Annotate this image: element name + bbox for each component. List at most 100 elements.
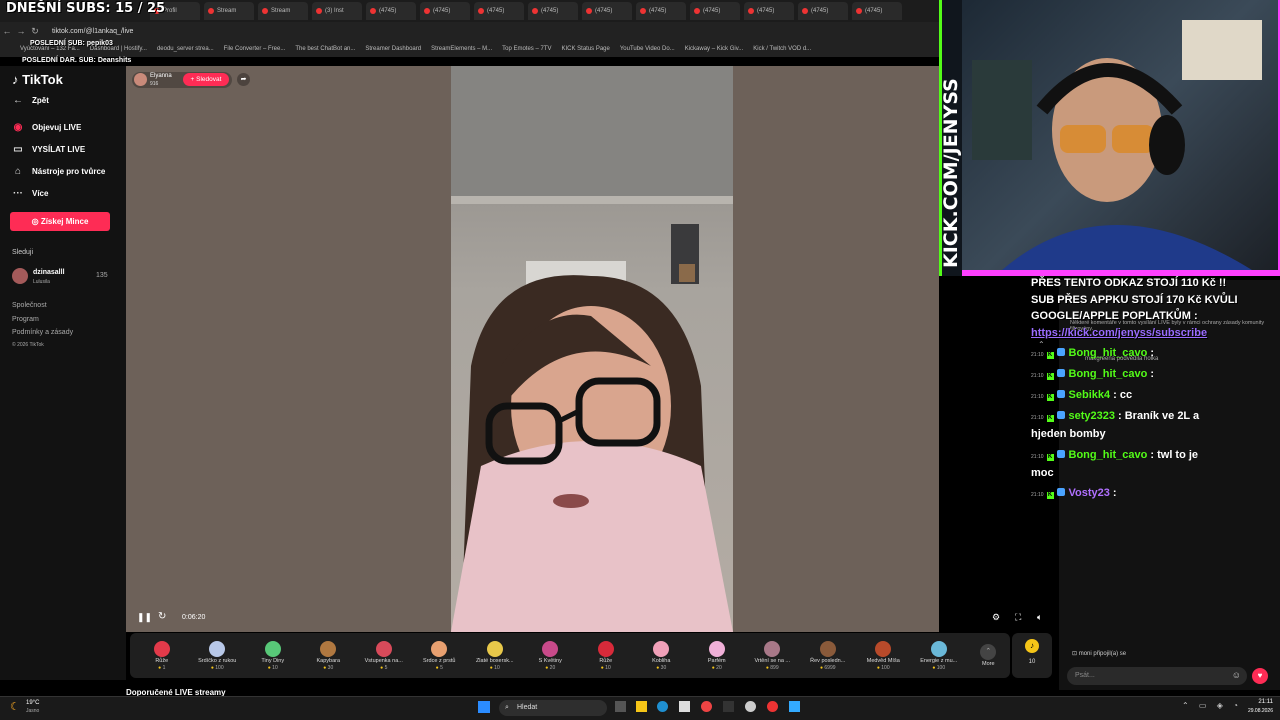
back-icon[interactable]: ← — [0, 26, 14, 36]
browser-tab[interactable]: (4745) — [582, 2, 632, 20]
store-icon[interactable] — [679, 701, 690, 712]
host-avatar[interactable] — [134, 73, 147, 86]
bookmark-item[interactable]: Top Emotes – 7TV — [502, 46, 551, 52]
gift-price-value: 20 — [549, 664, 556, 671]
nav-go-live[interactable]: ▭ VYSÍLAT LIVE — [12, 144, 85, 155]
heart-icon[interactable]: ♥ — [1252, 668, 1268, 684]
settings-icon[interactable]: ⚙ — [992, 612, 1000, 623]
gift-item[interactable]: Srdce z prstů ● 5 — [412, 640, 468, 671]
footer-company[interactable]: Společnost — [12, 302, 47, 309]
browser-tab[interactable]: Stream — [258, 2, 308, 20]
coin-balance[interactable]: ♪ 10 — [1012, 633, 1052, 678]
chrome-alt-icon[interactable] — [767, 701, 778, 712]
bookmark-item[interactable]: Kickaway – Kick Giv... — [685, 46, 744, 52]
gift-item[interactable]: Vstupenka na... ● 5 — [356, 640, 412, 671]
kick-badge-icon: K — [1046, 352, 1054, 359]
gift-icon — [431, 640, 448, 657]
chat-username[interactable]: Bong_hit_cavo — [1069, 368, 1148, 380]
back-link[interactable]: ← Zpět — [12, 95, 49, 106]
live-video[interactable] — [451, 66, 733, 632]
gift-item[interactable]: Parfém ● 20 — [689, 640, 745, 671]
gift-item[interactable]: Růže ● 1 — [134, 640, 190, 671]
file-explorer-icon[interactable] — [636, 701, 647, 712]
footer-program[interactable]: Program — [12, 316, 39, 323]
gift-item[interactable]: Kobliha ● 30 — [634, 640, 690, 671]
bookmark-item[interactable]: Kick / Twitch VOD d... — [753, 46, 811, 52]
nav-explore-live[interactable]: ◉ Objevuj LIVE — [12, 122, 82, 133]
nav-more[interactable]: ··· Více — [12, 188, 48, 199]
sub-badge-icon — [1056, 488, 1065, 496]
browser-tab[interactable]: (4745) — [852, 2, 902, 20]
chat-username[interactable]: Bong_hit_cavo — [1069, 449, 1148, 461]
forward-icon[interactable]: → — [14, 26, 28, 36]
bookmark-item[interactable]: The best ChatBot an... — [295, 46, 355, 52]
host-name[interactable]: Elyanna — [150, 73, 172, 79]
gift-price-value: 5 — [384, 664, 388, 671]
gift-bar: Růže ● 1 Srdíčko z rukou ● 100 Tiny Diny ● 10… — [130, 633, 1010, 678]
url-field[interactable]: tiktok.com/@l1ankaq_/live — [52, 28, 133, 35]
browser-tab[interactable]: (3) Inst — [312, 2, 362, 20]
search-icon: ⌕ — [505, 704, 509, 711]
emoji-icon[interactable]: ☺ — [1232, 670, 1241, 680]
bookmark-item[interactable]: KICK Status Page — [561, 46, 609, 52]
footer-terms[interactable]: Podmínky a zásady — [12, 329, 73, 336]
following-username[interactable]: dzinasalll — [33, 269, 65, 276]
gift-item[interactable]: S Květiny ● 20 — [523, 640, 579, 671]
app-icon[interactable] — [723, 701, 734, 712]
chrome-icon[interactable] — [701, 701, 712, 712]
bookmark-item[interactable]: Streamer Dashboard — [365, 46, 421, 52]
pause-icon[interactable]: ❚❚ — [137, 612, 152, 623]
share-icon[interactable]: ➦ — [237, 73, 250, 86]
chat-username[interactable]: Sebikk4 — [1069, 389, 1111, 401]
nav-creator-tools[interactable]: ⌂ Nástroje pro tvůrce — [12, 166, 105, 177]
volume-icon[interactable]: 🔈︎ — [1037, 612, 1042, 623]
chat-input[interactable]: Psát... ☺ — [1067, 667, 1247, 685]
gift-item[interactable]: Medvěd Míša ● 100 — [856, 640, 912, 671]
taskbar-search[interactable]: ⌕ Hledat — [499, 700, 607, 716]
browser-tab[interactable]: (4745) — [690, 2, 740, 20]
refresh-icon[interactable]: ↻ — [158, 611, 166, 622]
browser-tab[interactable]: Stream — [204, 2, 254, 20]
bookmark-item[interactable]: StreamElements – M... — [431, 46, 492, 52]
reload-icon[interactable]: ↻ — [28, 26, 42, 37]
bookmark-item[interactable]: YouTube Video Do... — [620, 46, 675, 52]
gift-item[interactable]: Zlaté boxersk... ● 10 — [467, 640, 523, 671]
obs-icon[interactable] — [745, 701, 756, 712]
browser-tab[interactable]: (4745) — [744, 2, 794, 20]
gift-item[interactable]: Kapybara ● 30 — [301, 640, 357, 671]
gift-item[interactable]: Energie z mu... ● 100 — [911, 640, 967, 671]
gift-item[interactable]: Tiny Diny ● 10 — [245, 640, 301, 671]
clock-time: 21:11 — [1258, 699, 1273, 705]
bookmark-item[interactable]: deodu_server strea... — [157, 46, 214, 52]
gift-item[interactable]: Vrtění se na ... ● 899 — [745, 640, 801, 671]
tab-label: (4745) — [433, 8, 451, 14]
bookmark-item[interactable]: File Converter – Free... — [224, 46, 286, 52]
follow-button[interactable]: + Sledovat — [183, 73, 229, 86]
app-alt-icon[interactable] — [789, 701, 800, 712]
edge-icon[interactable] — [657, 701, 668, 712]
browser-tab[interactable]: (4745) — [420, 2, 470, 20]
tab-label: (4745) — [595, 8, 613, 14]
chat-username[interactable]: Vosty23 — [1069, 487, 1110, 499]
gift-item[interactable]: Srdíčko z rukou ● 100 — [190, 640, 246, 671]
tray-icons[interactable]: ⌃ ▭ ◈ ◔ — [1182, 701, 1242, 710]
gift-price-value: 5 — [440, 664, 443, 671]
promo-link[interactable]: https://kick.com/jenyss/subscribe — [1031, 325, 1238, 342]
chat-username[interactable]: Bong_hit_cavo — [1069, 347, 1148, 359]
browser-tab[interactable]: (4745) — [798, 2, 848, 20]
task-view-icon[interactable] — [615, 701, 626, 712]
browser-tab[interactable]: (4745) — [528, 2, 578, 20]
gift-item[interactable]: Řev posledn... ● 6999 — [800, 640, 856, 671]
gift-item[interactable]: Růže ● 10 — [578, 640, 634, 671]
browser-tab[interactable]: (4745) — [474, 2, 524, 20]
chat-username[interactable]: sety2323 — [1069, 410, 1116, 422]
get-coins-button[interactable]: ◎ Získej Mince — [10, 212, 110, 231]
following-avatar[interactable] — [12, 268, 28, 284]
tiktok-logo[interactable]: ♪ TikTok — [12, 72, 63, 87]
favicon-icon — [478, 8, 484, 14]
gift-more[interactable]: ⌃ More — [967, 644, 1011, 667]
browser-tab[interactable]: (4745) — [636, 2, 686, 20]
fullscreen-icon[interactable]: ⛶ — [1015, 612, 1021, 623]
windows-start-icon[interactable] — [478, 701, 490, 713]
browser-tab[interactable]: (4745) — [366, 2, 416, 20]
